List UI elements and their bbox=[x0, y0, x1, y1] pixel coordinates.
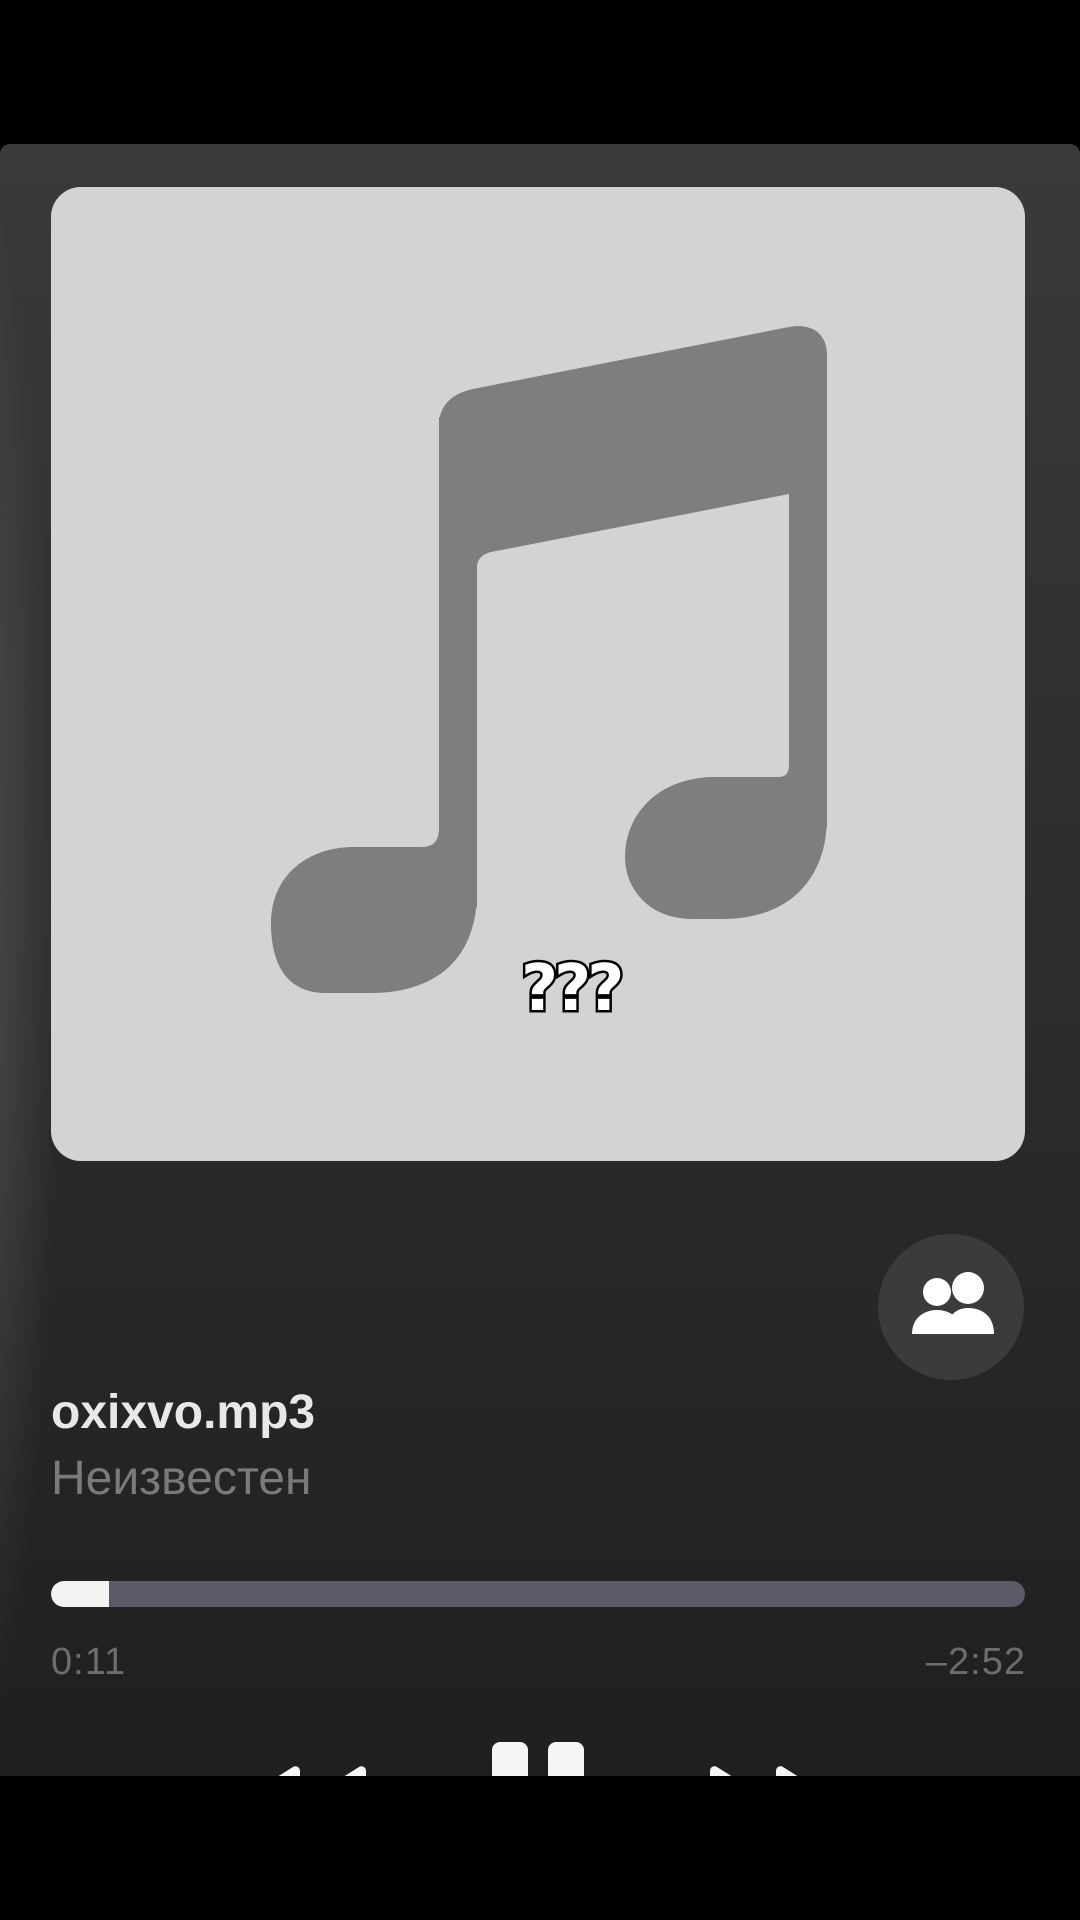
overlay-caption: ??? bbox=[518, 952, 626, 1026]
pause-button[interactable] bbox=[492, 1742, 584, 1776]
track-title: oxixvo.mp3 bbox=[51, 1386, 316, 1439]
fast-forward-button[interactable] bbox=[708, 1765, 838, 1776]
scrubber-progress bbox=[51, 1581, 110, 1607]
pause-icon bbox=[492, 1742, 584, 1776]
shareplay-people-icon bbox=[912, 1272, 994, 1334]
elapsed-time: 0:11 bbox=[51, 1641, 127, 1683]
album-artwork[interactable]: ??? bbox=[51, 187, 1025, 1161]
playback-scrubber[interactable] bbox=[51, 1581, 1025, 1607]
rewind-button[interactable] bbox=[238, 1765, 368, 1776]
now-playing-sheet: ??? oxixvo.mp3 Неизвестен 0:11 –2:52 bbox=[0, 144, 1080, 1776]
fast-forward-icon bbox=[710, 1766, 798, 1776]
shareplay-button[interactable] bbox=[878, 1234, 1024, 1380]
track-artist: Неизвестен bbox=[51, 1452, 312, 1505]
remaining-time: –2:52 bbox=[925, 1641, 1026, 1683]
rewind-icon bbox=[278, 1766, 366, 1776]
